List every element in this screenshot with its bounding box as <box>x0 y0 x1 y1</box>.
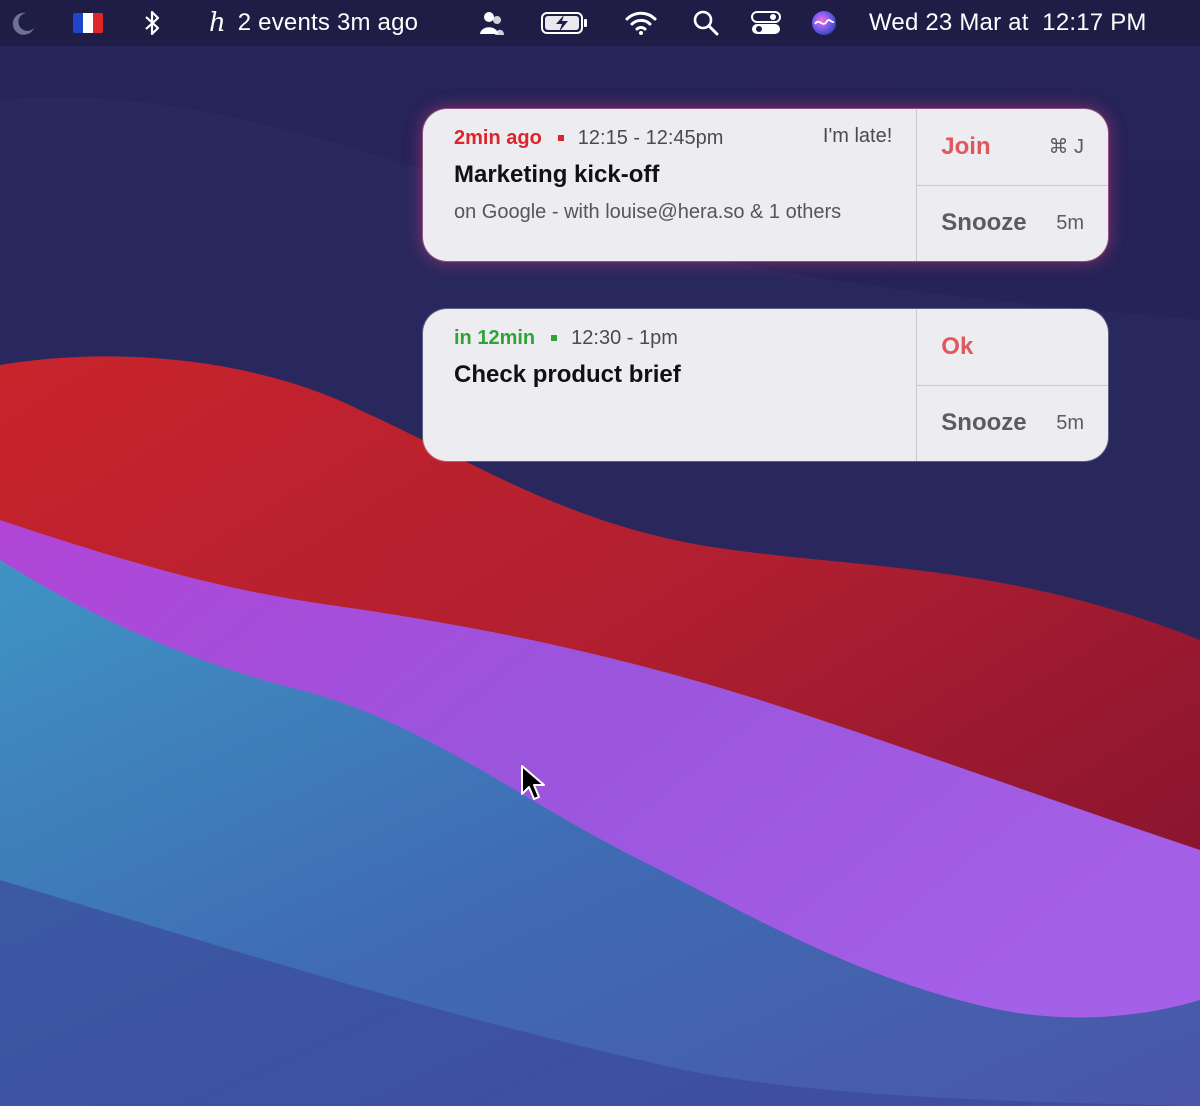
late-link[interactable]: I'm late! <box>823 125 892 148</box>
wifi-icon[interactable] <box>624 0 658 46</box>
control-center-icon[interactable] <box>750 0 782 46</box>
snooze-button[interactable]: Snooze 5m <box>917 384 1108 462</box>
notification-body[interactable]: in 12min 12:30 - 1pm Check product brief <box>423 309 916 461</box>
join-button[interactable]: Join ⌘ J <box>917 109 1108 185</box>
french-flag-icon[interactable] <box>73 0 103 46</box>
event-title: Check product brief <box>454 361 681 388</box>
hera-menu-item[interactable]: h 2 events 3m ago <box>209 0 418 46</box>
moon-icon[interactable] <box>8 0 38 46</box>
notification-card[interactable]: in 12min 12:30 - 1pm Check product brief… <box>423 309 1108 461</box>
join-label: Join <box>941 132 991 160</box>
relative-time: in 12min <box>454 326 536 349</box>
event-subtitle: on Google - with louise@hera.so & 1 othe… <box>454 201 842 223</box>
ok-button[interactable]: Ok <box>917 309 1108 385</box>
status-dot <box>551 335 558 341</box>
status-dot <box>557 135 564 141</box>
snooze-duration: 5m <box>1056 411 1084 434</box>
contacts-icon[interactable] <box>478 0 506 46</box>
bluetooth-icon[interactable] <box>143 0 163 46</box>
battery-charging-icon[interactable] <box>540 0 590 46</box>
relative-time: 2min ago <box>454 126 542 149</box>
mouse-cursor-icon <box>519 764 547 802</box>
menu-bar: h 2 events 3m ago Wed 23 Mar at 12:17 PM <box>0 0 1200 46</box>
notification-actions: Join ⌘ J Snooze 5m <box>916 109 1108 261</box>
snooze-button[interactable]: Snooze 5m <box>917 184 1108 262</box>
event-title: Marketing kick-off <box>454 161 660 188</box>
events-label: 2 events 3m ago <box>237 9 419 36</box>
notification-card[interactable]: 2min ago 12:15 - 12:45pm I'm late! Marke… <box>423 109 1108 261</box>
hera-logo-icon: h <box>209 8 226 38</box>
notification-body[interactable]: 2min ago 12:15 - 12:45pm I'm late! Marke… <box>423 109 916 261</box>
snooze-label: Snooze <box>941 209 1027 237</box>
snooze-duration: 5m <box>1056 211 1084 234</box>
notification-meta: in 12min 12:30 - 1pm <box>454 325 894 351</box>
shortcut-hint: ⌘ J <box>1048 136 1084 159</box>
snooze-label: Snooze <box>941 409 1027 437</box>
ok-label: Ok <box>941 332 974 360</box>
siri-icon[interactable] <box>810 0 838 46</box>
search-icon[interactable] <box>692 0 720 46</box>
event-time: 12:15 - 12:45pm <box>577 126 724 149</box>
date-time: Wed 23 Mar at 12:17 PM <box>869 9 1147 36</box>
clock[interactable]: Wed 23 Mar at 12:17 PM <box>869 0 1147 46</box>
notification-actions: Ok Snooze 5m <box>916 309 1108 461</box>
event-time: 12:30 - 1pm <box>571 326 678 349</box>
